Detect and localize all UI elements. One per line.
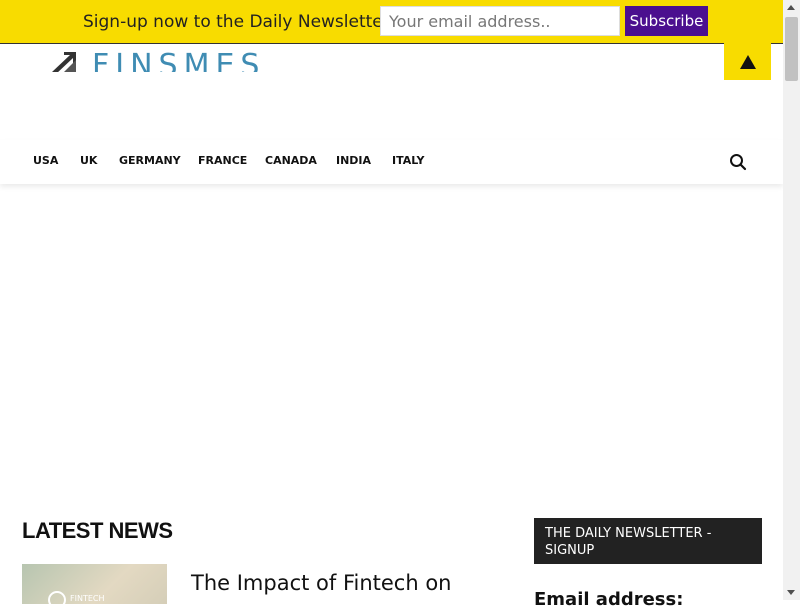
nav-item-uk[interactable]: UK bbox=[80, 154, 97, 167]
scroll-down-icon[interactable] bbox=[787, 590, 795, 595]
site-logo[interactable]: FINSMES bbox=[50, 44, 290, 72]
newsletter-bar: Sign-up now to the Daily Newsletter Subs… bbox=[0, 0, 783, 44]
article-thumbnail[interactable]: FINTECH bbox=[22, 564, 167, 604]
article-category[interactable]: FINTECH bbox=[70, 594, 105, 603]
page-scrollbar[interactable] bbox=[783, 0, 800, 600]
newsletter-message: Sign-up now to the Daily Newsletter bbox=[83, 12, 390, 32]
nav-item-france[interactable]: FRANCE bbox=[198, 154, 247, 167]
scroll-up-icon[interactable] bbox=[787, 5, 795, 10]
scrollbar-thumb[interactable] bbox=[785, 17, 798, 81]
nav-item-usa[interactable]: USA bbox=[33, 154, 58, 167]
nav-item-germany[interactable]: GERMANY bbox=[119, 154, 181, 167]
article-headline[interactable]: The Impact of Fintech on bbox=[191, 570, 491, 596]
logo-arrow-icon bbox=[52, 52, 76, 72]
category-icon bbox=[48, 591, 66, 604]
nav-item-italy[interactable]: ITALY bbox=[392, 154, 425, 167]
nav-item-india[interactable]: INDIA bbox=[336, 154, 371, 167]
logo-text: FINSMES bbox=[92, 48, 266, 72]
main-nav: USA UK GERMANY FRANCE CANADA INDIA ITALY bbox=[0, 140, 783, 184]
subscribe-button[interactable]: Subscribe bbox=[625, 6, 708, 36]
latest-news-heading: LATEST NEWS bbox=[22, 518, 173, 543]
nav-item-canada[interactable]: CANADA bbox=[265, 154, 317, 167]
scroll-to-top-button[interactable] bbox=[724, 43, 771, 80]
search-icon[interactable] bbox=[729, 153, 747, 171]
triangle-up-icon bbox=[739, 54, 756, 69]
newsletter-email-input[interactable] bbox=[380, 6, 620, 36]
sidebar-newsletter-title: THE DAILY NEWSLETTER - SIGNUP bbox=[534, 518, 762, 564]
